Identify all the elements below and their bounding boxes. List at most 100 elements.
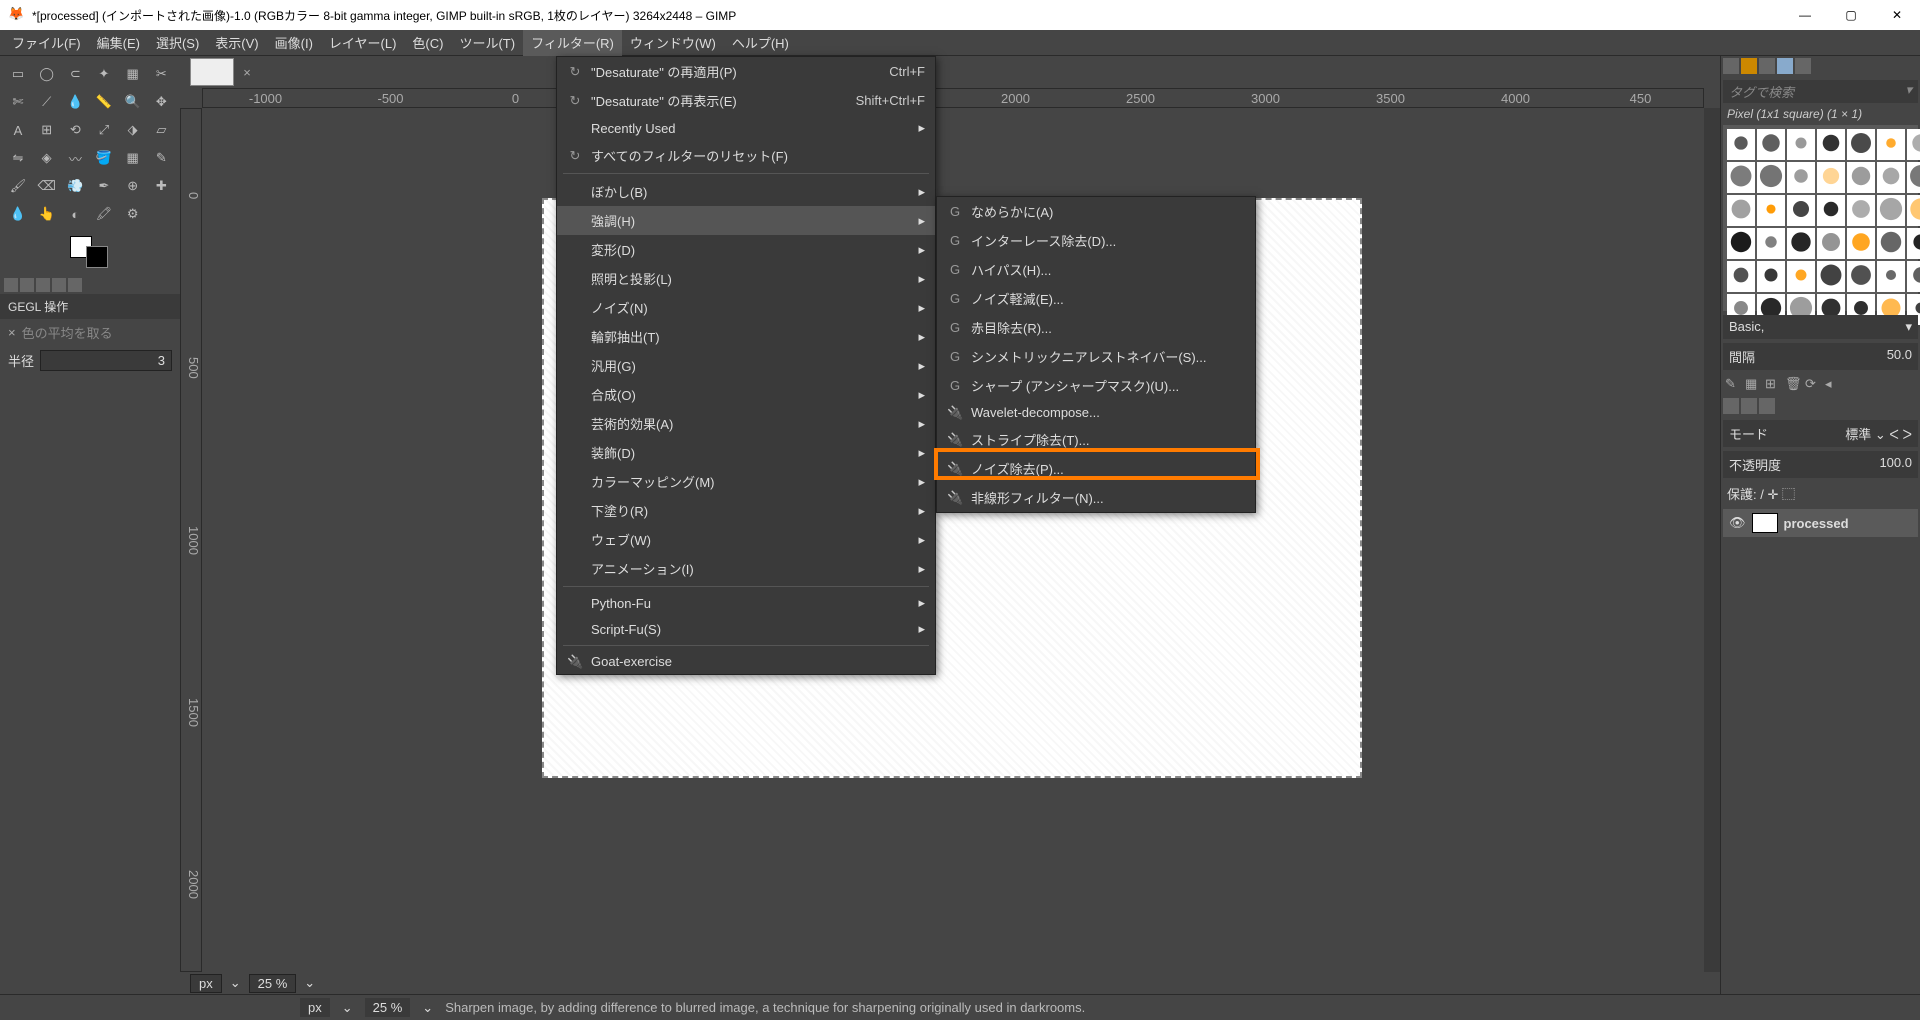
brush-28[interactable] [1727,261,1755,292]
enhance-item[interactable]: G赤目除去(R)... [937,313,1255,342]
brush-10[interactable] [1817,162,1845,193]
filter-item[interactable]: ノイズ(N)▸ [557,293,935,322]
filter-item[interactable]: 照明と投影(L)▸ [557,264,935,293]
brush-33[interactable] [1877,261,1905,292]
blend-mode[interactable]: モード標準 ⌄ ᐸ ᐳ [1723,420,1918,447]
tool-perspective[interactable]: ▱ [149,118,173,142]
radius-input[interactable]: 3 [40,350,172,371]
brush-preset[interactable]: Basic,▾ [1723,315,1918,339]
filter-item[interactable]: ↻すべてのフィルターのリセット(F) [557,141,935,170]
tool-measure[interactable]: 📏 [92,90,116,114]
tool-zoom[interactable]: 🔍 [121,90,145,114]
brush-13[interactable] [1907,162,1920,193]
brush-32[interactable] [1847,261,1875,292]
menu-1[interactable]: 編集(E) [89,29,148,56]
tool-scale[interactable]: ⤢ [92,118,116,142]
brush-8[interactable] [1757,162,1785,193]
filter-item[interactable]: 輪郭抽出(T)▸ [557,322,935,351]
visibility-icon[interactable]: 👁 [1729,515,1746,531]
lock-options[interactable]: 保護: / ✛ ⬚ [1721,480,1920,507]
menu-6[interactable]: 色(C) [404,29,451,56]
menu-0[interactable]: ファイル(F) [4,29,89,56]
brush-2[interactable] [1787,129,1815,160]
tool-fuzzy-select[interactable]: ✦ [92,62,116,86]
filter-item[interactable]: カラーマッピング(M)▸ [557,467,935,496]
close-button[interactable]: ✕ [1874,0,1920,30]
tool-rotate[interactable]: ⟲ [63,118,87,142]
filter-item[interactable]: 汎用(G)▸ [557,351,935,380]
tool-warp[interactable]: 〰 [63,146,87,170]
menu-10[interactable]: ヘルプ(H) [724,29,797,56]
enhance-item[interactable]: Gインターレース除去(D)... [937,226,1255,255]
tool-crop[interactable]: ✂ [149,62,173,86]
tool-scissors[interactable]: ✄ [6,90,30,114]
filter-item[interactable]: アニメーション(I)▸ [557,554,935,583]
tool-rect-select[interactable]: ▭ [6,62,30,86]
tool-move[interactable]: ✥ [149,90,173,114]
menu-3[interactable]: 表示(V) [207,29,266,56]
brush-14[interactable] [1727,195,1755,226]
tool-ink[interactable]: ✒ [92,174,116,198]
filter-item[interactable]: ↻"Desaturate" の再適用(P)Ctrl+F [557,57,935,86]
filter-item[interactable]: Python-Fu▸ [557,590,935,616]
enhance-item[interactable]: 🔌ノイズ除去(P)... [937,454,1255,483]
tool-bucket[interactable]: 🪣 [92,146,116,170]
refresh-icon[interactable]: ⟳ [1805,376,1821,392]
brush-0[interactable] [1727,129,1755,160]
layer-tabs[interactable] [1721,396,1920,418]
menu-8[interactable]: フィルター(R) [523,29,622,56]
brush-15[interactable] [1757,195,1785,226]
brush-24[interactable] [1817,228,1845,259]
tool-align[interactable]: ⊞ [35,118,59,142]
menu-2[interactable]: 選択(S) [148,29,207,56]
enhance-item[interactable]: 🔌Wavelet-decompose... [937,400,1255,425]
brush-17[interactable] [1817,195,1845,226]
tool-free-select[interactable]: ⊂ [63,62,87,86]
brush-30[interactable] [1787,261,1815,292]
layer-row[interactable]: 👁 processed [1723,509,1918,537]
brush-16[interactable] [1787,195,1815,226]
brush-6[interactable] [1907,129,1920,160]
filter-item[interactable]: Script-Fu(S)▸ [557,616,935,642]
maximize-button[interactable]: ▢ [1828,0,1874,30]
enhance-item[interactable]: Gシャープ (アンシャープマスク)(U)... [937,371,1255,400]
filter-item[interactable]: 強調(H)▸ [557,206,935,235]
enhance-item[interactable]: Gなめらかに(A) [937,197,1255,226]
brush-3[interactable] [1817,129,1845,160]
scrollbar-vertical[interactable] [1704,108,1720,972]
enhance-item[interactable]: Gノイズ軽減(E)... [937,284,1255,313]
status-zoom[interactable]: 25 % [365,998,411,1017]
brush-7[interactable] [1727,162,1755,193]
tool-blur[interactable]: 💧 [6,202,30,226]
bg-color[interactable] [86,246,108,268]
filter-item[interactable]: 🔌Goat-exercise [557,649,935,674]
color-swatch[interactable] [8,236,172,272]
menu-7[interactable]: ツール(T) [451,29,523,56]
opacity-field[interactable]: 不透明度100.0 [1723,451,1918,478]
filter-item[interactable]: 下塗り(R)▸ [557,496,935,525]
filter-item[interactable]: ウェブ(W)▸ [557,525,935,554]
menu-5[interactable]: レイヤー(L) [321,29,405,56]
tool-by-color[interactable]: ▦ [121,62,145,86]
tool-ellipse-select[interactable]: ◯ [35,62,59,86]
filter-item[interactable]: 装飾(D)▸ [557,438,935,467]
brush-4[interactable] [1847,129,1875,160]
enhance-item[interactable]: 🔌非線形フィルター(N)... [937,483,1255,512]
close-icon[interactable]: × [8,325,16,340]
brush-19[interactable] [1877,195,1905,226]
dup-icon[interactable]: ⊞ [1765,376,1781,392]
enhance-item[interactable]: 🔌ストライプ除去(T)... [937,425,1255,454]
right-tabs[interactable] [1721,56,1920,78]
brush-grid[interactable] [1723,125,1918,311]
image-tab[interactable] [190,58,234,86]
tool-clone[interactable]: ⊕ [121,174,145,198]
brush-12[interactable] [1877,162,1905,193]
zoom-select[interactable]: 25 % [249,974,297,993]
filter-item[interactable]: Recently Used▸ [557,115,935,141]
filter-item[interactable]: 芸術的効果(A)▸ [557,409,935,438]
menu-icon[interactable]: ◂ [1825,376,1841,392]
tool-heal[interactable]: ✚ [149,174,173,198]
menu-4[interactable]: 画像(I) [267,29,321,56]
brush-actions[interactable]: ✎ ▦ ⊞ 🗑 ⟳ ◂ [1721,372,1920,396]
filter-item[interactable]: ぼかし(B)▸ [557,177,935,206]
